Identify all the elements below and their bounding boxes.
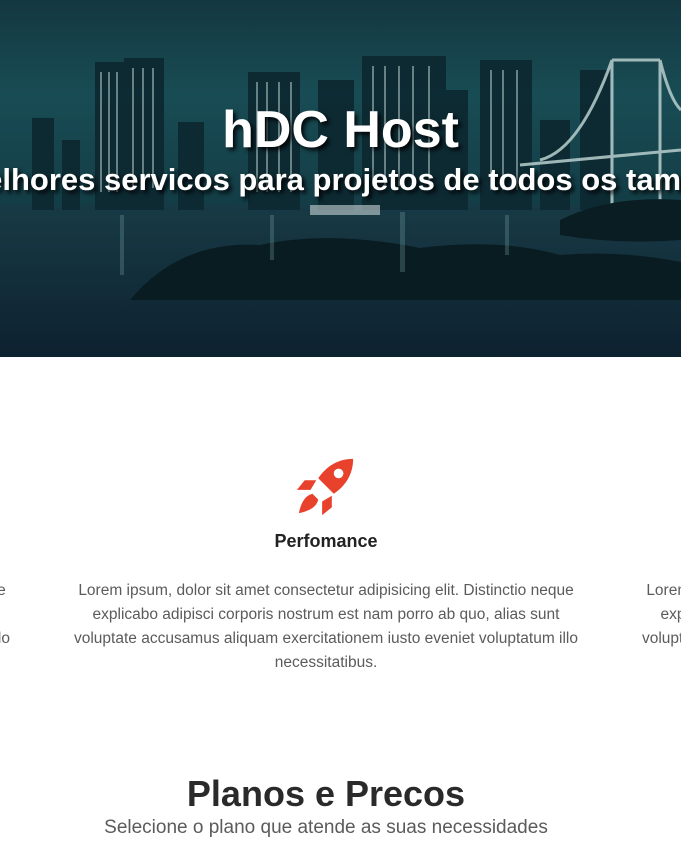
- features-section: Lorem ipsum, dolor sit amet consectetur …: [0, 357, 681, 757]
- pricing-subtitle: Selecione o plano que atende as suas nec…: [104, 817, 548, 838]
- feature-title: Perfomance: [274, 531, 378, 551]
- rocket-icon: [296, 458, 354, 516]
- hero-title: hDC Host: [222, 101, 459, 159]
- feature-description: Lorem ipsum, dolor sit amet consectetur …: [73, 582, 578, 671]
- feature-description: Lorem ipsum, dolor sit amet consectetur …: [0, 582, 10, 647]
- hero-subtitle: Os melhores servicos para projetos de to…: [0, 162, 681, 197]
- feature-description: Lorem ipsum, dolor sit amet consectetur …: [641, 582, 681, 647]
- hero-banner: hDC Host Os melhores servicos para proje…: [0, 0, 681, 357]
- pricing-title: Planos e Precos: [186, 773, 466, 814]
